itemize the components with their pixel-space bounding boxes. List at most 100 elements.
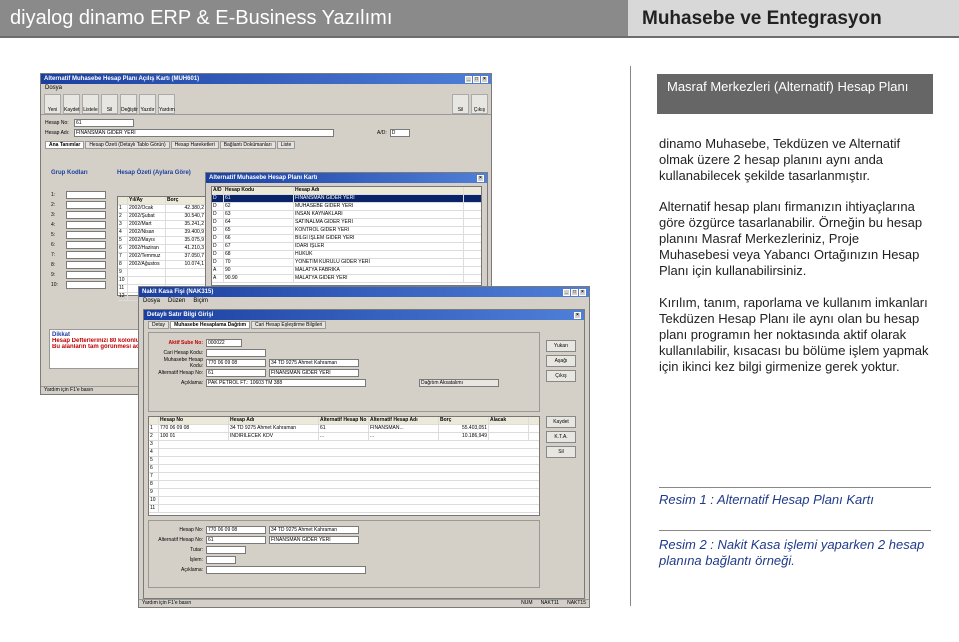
sil-button[interactable]: Sil (546, 446, 576, 458)
tab-hesap-hareketleri[interactable]: Hesap Hareketleri (170, 141, 219, 149)
close-icon[interactable]: × (477, 174, 484, 182)
grup-select[interactable] (66, 270, 106, 279)
tab-ana-tanimlar[interactable]: Ana Tanımlar (45, 141, 85, 149)
form2-alternatif-input[interactable]: 61 (206, 535, 266, 544)
grup-select[interactable] (66, 250, 106, 259)
table-row[interactable]: D 65 KONTROL GİDER YERİ (212, 227, 481, 235)
table-row[interactable]: 6 2002/Haziran 41.210,3 (118, 245, 209, 253)
form2-islem-input[interactable] (206, 555, 236, 564)
alternatif-adi: FİNANSMAN GİDER YERİ (269, 368, 359, 377)
table-row[interactable]: 11 (149, 505, 539, 513)
table-row[interactable]: 7 (149, 473, 539, 481)
minimize-icon[interactable]: _ (465, 75, 472, 83)
tab-detay[interactable]: Detay (148, 321, 170, 329)
caption-2: Resim 2 : Nakit Kasa işlemi yaparken 2 h… (659, 537, 925, 568)
grup-select[interactable] (66, 200, 106, 209)
table-row[interactable]: 9 (149, 489, 539, 497)
aktif-sube-input[interactable]: 000022 (206, 338, 242, 347)
grup-select[interactable] (66, 260, 106, 269)
table-row[interactable]: D 67 İDARİ İŞLER (212, 243, 481, 251)
table-row[interactable]: D 68 HUKUK (212, 251, 481, 259)
yukari-button[interactable]: Yukarı (546, 340, 576, 352)
tool-degistir-button[interactable]: Değiştir (120, 94, 138, 114)
table-row[interactable]: D 70 YÖNETİM KURULU GİDER YERİ (212, 259, 481, 267)
kaydet-button[interactable]: Kaydet (546, 416, 576, 428)
table-row[interactable]: D 61 FİNANSMAN GİDER YERİ (212, 195, 481, 203)
tab-liste[interactable]: Liste (276, 141, 296, 149)
tab-muhasebe-dagitim[interactable]: Muhasebe Hesaplama Dağıtım (170, 321, 251, 329)
minimize-icon[interactable]: _ (563, 288, 570, 296)
tab-hesap-ozeti[interactable]: Hesap Özeti (Detaylı Tablo Görün) (85, 141, 170, 149)
form2-row: Alternatif Hesap No: 61 FİNANSMAN GİDER YE… (153, 535, 535, 544)
table-row[interactable]: A 90 MALATYA FABRİKA (212, 267, 481, 275)
table-row[interactable]: 1 2002/Ocak 42.380,2 (118, 205, 209, 213)
detay-subwindow: Detaylı Satır Bilgi Girişi × Detay Muhas… (143, 309, 585, 599)
cari-input[interactable] (206, 348, 266, 357)
table-row[interactable]: 7 2002/Temmuz 37.050,7 (118, 253, 209, 261)
menu-dosya[interactable]: Dosya (143, 298, 160, 305)
table-row[interactable]: 4 (149, 449, 539, 457)
table-row[interactable]: 2 2002/Şubat 30.540,7 (118, 213, 209, 221)
form2-row: İşlem: (153, 555, 535, 564)
table-row[interactable]: D 63 İNSAN KAYNAKLARI (212, 211, 481, 219)
aciklama-input[interactable]: PAK PETROL FT.: 10603 TM 388 (206, 378, 366, 387)
menu-dosya[interactable]: Dosya (45, 85, 62, 92)
table-row[interactable]: 5 2002/Mayıs 35.075,9 (118, 237, 209, 245)
close-icon[interactable]: × (574, 311, 581, 319)
tool-cikis-button[interactable]: Çıkış (471, 94, 488, 114)
table-row[interactable]: 3 (149, 441, 539, 449)
table-row[interactable]: 10 (149, 497, 539, 505)
table-row[interactable]: D 66 BİLGİ İŞLEM GİDER YERİ (212, 235, 481, 243)
grup-select[interactable] (66, 220, 106, 229)
grup-select[interactable] (66, 210, 106, 219)
table-row[interactable]: 2 100 01 İNDİRİLECEK KDV...... 10.186,949 (149, 433, 539, 441)
alternatif-input[interactable]: 61 (206, 368, 266, 377)
grup-select[interactable] (66, 230, 106, 239)
tool-sil-button[interactable]: Sil (101, 94, 118, 114)
tool-yardim-button[interactable]: Yardım (158, 94, 175, 114)
table-row[interactable]: 8 (149, 481, 539, 489)
table-row[interactable]: 4 2002/Nisan 39.400,9 (118, 229, 209, 237)
grup-select[interactable] (66, 240, 106, 249)
table-row[interactable]: D 64 SATINALMA GİDER YERİ (212, 219, 481, 227)
hesap-adi-input[interactable]: FİNANSMAN GİDER YERİ (74, 128, 334, 137)
window-title: Nakit Kasa Fişi (NAK315) (142, 289, 214, 295)
close-icon[interactable]: × (481, 75, 488, 83)
tool-kaydet-button[interactable]: Kaydet (63, 94, 80, 114)
tab-cari-hesap[interactable]: Cari Hesap Eşleştirme Bilgileri (251, 321, 327, 329)
hesap-no-input[interactable]: 61 (74, 118, 134, 127)
menu-bicim[interactable]: Biçim (193, 298, 208, 305)
tool-sil-right-button[interactable]: Sil (452, 94, 469, 114)
table-row[interactable]: 3 2002/Mart 35.241,2 (118, 221, 209, 229)
alternatif-row: Alternatif Hesap No: 61 FİNANSMAN GİDER YE… (153, 368, 535, 377)
maximize-icon[interactable]: □ (473, 75, 480, 83)
form-panel: Aktif Sube No: 000022 Cari Hesap Kodu: Mu… (148, 332, 540, 412)
kta-button[interactable]: K.T.A. (546, 431, 576, 443)
tab-baglanti-dokumanlari[interactable]: Bağlantı Dokümanları (219, 141, 276, 149)
tool-yazdir-button[interactable]: Yazdır (139, 94, 156, 114)
grup-select[interactable] (66, 190, 106, 199)
table-row[interactable]: A 90.90 MALATYA GİDER YERİ (212, 275, 481, 283)
maximize-icon[interactable]: □ (571, 288, 578, 296)
form2-aciklama-input[interactable] (206, 565, 366, 574)
muhasebe-input[interactable]: 770 06 09 08 (206, 358, 266, 367)
ad-select[interactable]: D (389, 128, 410, 137)
table-row[interactable]: 10 (118, 277, 209, 285)
form2-tutar-input[interactable] (206, 545, 246, 554)
table-row[interactable]: 8 2002/Ağustos 10.074,1 (118, 261, 209, 269)
table-row[interactable]: 5 (149, 457, 539, 465)
menu-duzen[interactable]: Düzen (168, 298, 185, 305)
dagitim-button[interactable]: Dağıtım Aksatalımı (419, 378, 499, 387)
table-row[interactable]: 6 (149, 465, 539, 473)
table-row[interactable]: D 62 MUHASEBE GİDER YERİ (212, 203, 481, 211)
tool-yeni-button[interactable]: Yeni (44, 94, 61, 114)
table-row[interactable]: 1 770 06 09 08 34 TD 9275 Ahmet Kahraman 61… (149, 425, 539, 433)
asagi-button[interactable]: Aşağı (546, 355, 576, 367)
hesap-plani-grid: A/D Hesap Kodu Hesap Adı D 61 FİNANSMAN GİDE… (211, 186, 482, 286)
cikis-button[interactable]: Çıkış (546, 370, 576, 382)
table-row[interactable]: 9 (118, 269, 209, 277)
close-icon[interactable]: × (579, 288, 586, 296)
tool-listele-button[interactable]: Listele (82, 94, 99, 114)
grup-select[interactable] (66, 280, 106, 289)
form2-hesap-input[interactable]: 770 06 09 08 (206, 525, 266, 534)
